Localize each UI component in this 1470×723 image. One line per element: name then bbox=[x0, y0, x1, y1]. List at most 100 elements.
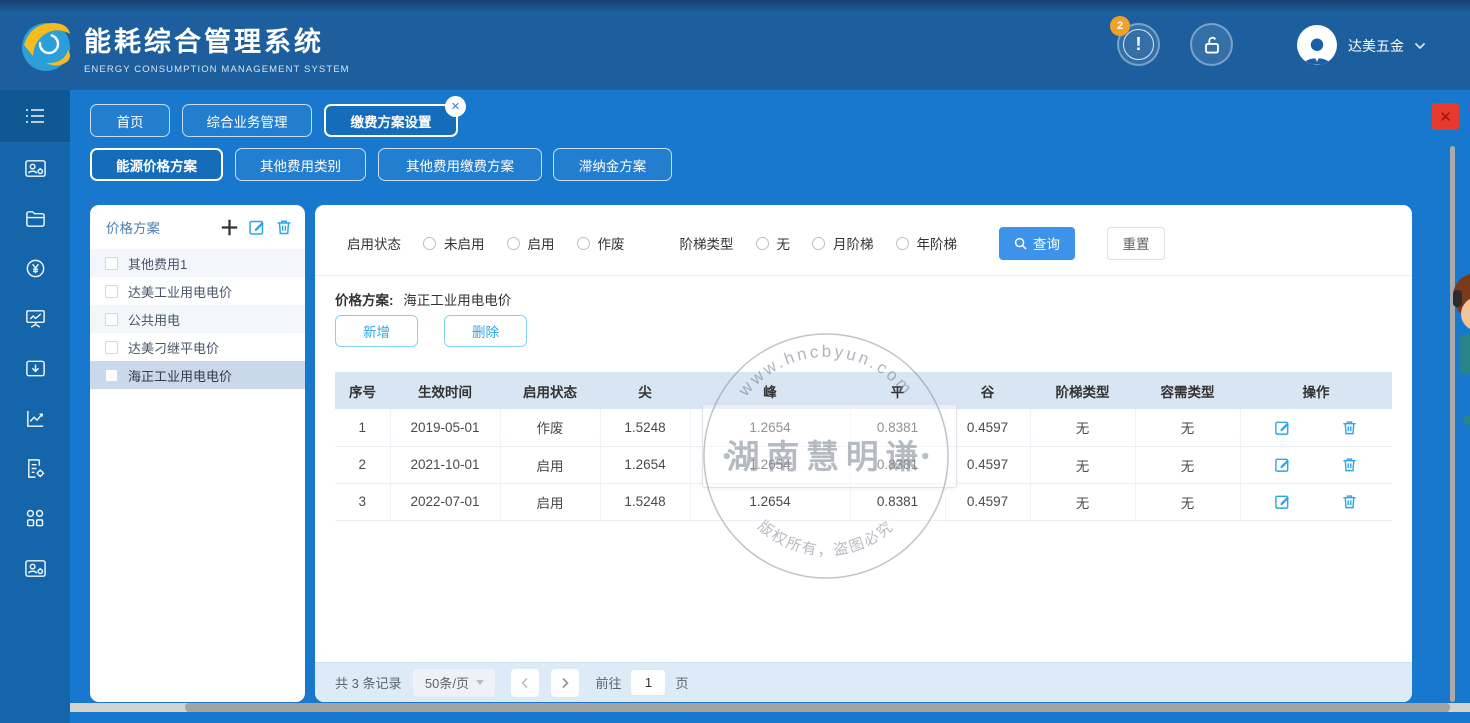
tab-payment-plan-settings[interactable]: 缴费方案设置 ✕ bbox=[324, 104, 458, 137]
row-edit-button[interactable] bbox=[1274, 456, 1291, 473]
sidebar-item-report-settings[interactable] bbox=[0, 443, 70, 493]
horizontal-scrollbar-thumb[interactable] bbox=[185, 703, 1450, 712]
sidebar-item-analytics[interactable] bbox=[0, 393, 70, 443]
plan-checkbox[interactable] bbox=[105, 285, 118, 298]
line-chart-icon bbox=[24, 407, 47, 430]
radio-label[interactable]: 作废 bbox=[598, 233, 625, 253]
col-header: 启用状态 bbox=[500, 372, 600, 409]
row-edit-button[interactable] bbox=[1274, 419, 1291, 436]
row-delete-button[interactable] bbox=[1341, 493, 1358, 510]
subtab-energy-price-plan[interactable]: 能源价格方案 bbox=[90, 148, 223, 181]
radio-label[interactable]: 启用 bbox=[528, 233, 555, 253]
page-size-select[interactable]: 50条/页 bbox=[413, 669, 495, 697]
plan-list-item[interactable]: 公共用电 bbox=[90, 305, 305, 333]
service-mascot[interactable] bbox=[1452, 268, 1470, 438]
subtab-other-fee-payment-plan[interactable]: 其他费用缴费方案 bbox=[378, 148, 542, 181]
plan-checkbox[interactable] bbox=[105, 341, 118, 354]
cell-ladder: 无 bbox=[1030, 409, 1135, 446]
subtab-late-fee-plan[interactable]: 滞纳金方案 bbox=[553, 148, 672, 181]
chevron-left-icon bbox=[520, 677, 530, 689]
total-records: 共 3 条记录 bbox=[335, 673, 401, 692]
page-size-value: 50条/页 bbox=[425, 673, 469, 692]
sidebar-item-user-settings[interactable] bbox=[0, 143, 70, 193]
add-plan-button[interactable] bbox=[220, 218, 239, 237]
price-table: 序号 生效时间 启用状态 尖 峰 平 谷 阶梯类型 容需类型 操作 1 2019… bbox=[335, 372, 1392, 521]
sidebar-item-apps[interactable] bbox=[0, 493, 70, 543]
cell-sharp: 1.5248 bbox=[600, 409, 690, 446]
chevron-down-icon[interactable] bbox=[1414, 42, 1426, 50]
user-avatar[interactable] bbox=[1297, 25, 1337, 65]
delete-plan-button[interactable] bbox=[275, 218, 293, 236]
plan-item-label: 达美工业用电电价 bbox=[128, 282, 232, 301]
plan-list-item-selected[interactable]: 海正工业用电电价 bbox=[90, 361, 305, 389]
goto-page-input[interactable] bbox=[630, 669, 666, 696]
tab-label: 首页 bbox=[117, 111, 144, 131]
row-edit-button[interactable] bbox=[1274, 493, 1291, 510]
close-page-button[interactable]: ✕ bbox=[1432, 103, 1459, 130]
col-header: 操作 bbox=[1240, 372, 1392, 409]
delete-button[interactable]: 删除 bbox=[444, 315, 527, 347]
plan-checkbox[interactable] bbox=[105, 369, 118, 382]
plan-list-item[interactable]: 其他费用1 bbox=[90, 249, 305, 277]
cell-status: 启用 bbox=[500, 446, 600, 483]
next-page-button[interactable] bbox=[551, 669, 579, 697]
row-delete-button[interactable] bbox=[1341, 419, 1358, 436]
table-header-row: 序号 生效时间 启用状态 尖 峰 平 谷 阶梯类型 容需类型 操作 bbox=[335, 372, 1392, 409]
prev-page-button[interactable] bbox=[511, 669, 539, 697]
cell-peak: 1.2654 bbox=[690, 409, 850, 446]
user-card-gear-icon bbox=[24, 157, 47, 180]
row-delete-button[interactable] bbox=[1341, 456, 1358, 473]
sidebar-item-monitor[interactable] bbox=[0, 293, 70, 343]
currency-yen-circle-icon bbox=[24, 257, 47, 280]
sidebar-item-files[interactable] bbox=[0, 193, 70, 243]
username[interactable]: 达美五金 bbox=[1348, 36, 1404, 56]
cell-status: 作废 bbox=[500, 409, 600, 446]
sidebar-item-import[interactable] bbox=[0, 343, 70, 393]
radio-ladder-yearly[interactable] bbox=[896, 237, 909, 250]
sidebar-item-menu[interactable] bbox=[0, 90, 70, 143]
plan-list-item[interactable]: 达美刁继平电价 bbox=[90, 333, 305, 361]
plan-list-item[interactable]: 达美工业用电电价 bbox=[90, 277, 305, 305]
cell-peak: 1.2654 bbox=[690, 446, 850, 483]
plan-checkbox[interactable] bbox=[105, 257, 118, 270]
reset-button[interactable]: 重置 bbox=[1107, 227, 1165, 260]
subtab-other-fee-category[interactable]: 其他费用类别 bbox=[235, 148, 366, 181]
cell-status: 启用 bbox=[500, 483, 600, 520]
app-header: 能耗综合管理系统 ENERGY CONSUMPTION MANAGEMENT S… bbox=[0, 0, 1470, 90]
add-button[interactable]: 新增 bbox=[335, 315, 418, 347]
cell-sharp: 1.2654 bbox=[600, 446, 690, 483]
price-plan-panel-title: 价格方案 bbox=[106, 217, 220, 237]
tab-close-button[interactable]: ✕ bbox=[445, 96, 466, 117]
padlock-icon bbox=[1199, 32, 1225, 58]
radio-label[interactable]: 月阶梯 bbox=[833, 233, 874, 253]
radio-label[interactable]: 年阶梯 bbox=[917, 233, 958, 253]
sidebar-item-billing[interactable] bbox=[0, 243, 70, 293]
cell-valley: 0.4597 bbox=[945, 446, 1030, 483]
cell-date: 2022-07-01 bbox=[390, 483, 500, 520]
plan-checkbox[interactable] bbox=[105, 313, 118, 326]
radio-ladder-none[interactable] bbox=[756, 237, 769, 250]
cell-peak: 1.2654 bbox=[690, 483, 850, 520]
table-row: 3 2022-07-01 启用 1.5248 1.2654 0.8381 0.4… bbox=[335, 483, 1392, 520]
radio-status-not-enabled[interactable] bbox=[423, 237, 436, 250]
radio-label[interactable]: 无 bbox=[777, 233, 791, 253]
query-button[interactable]: 查询 bbox=[999, 227, 1075, 260]
add-button-label: 新增 bbox=[363, 321, 390, 341]
sidebar-item-user-admin[interactable] bbox=[0, 543, 70, 593]
radio-label[interactable]: 未启用 bbox=[444, 233, 485, 253]
radio-status-voided[interactable] bbox=[577, 237, 590, 250]
radio-ladder-monthly[interactable] bbox=[812, 237, 825, 250]
radio-status-enabled[interactable] bbox=[507, 237, 520, 250]
lock-button[interactable] bbox=[1190, 23, 1233, 66]
trash-icon bbox=[1341, 493, 1358, 510]
page-unit-label: 页 bbox=[675, 673, 688, 692]
app-logo-icon bbox=[16, 14, 76, 74]
horizontal-scrollbar-track[interactable] bbox=[70, 703, 1470, 712]
tab-home[interactable]: 首页 bbox=[90, 104, 170, 137]
tab-business-management[interactable]: 综合业务管理 bbox=[182, 104, 312, 137]
edit-plan-button[interactable] bbox=[248, 218, 266, 236]
plan-item-label: 海正工业用电电价 bbox=[128, 366, 232, 385]
subtab-label: 滞纳金方案 bbox=[579, 155, 647, 175]
tab-label: 缴费方案设置 bbox=[351, 111, 432, 131]
price-plan-panel-header: 价格方案 bbox=[90, 205, 305, 249]
